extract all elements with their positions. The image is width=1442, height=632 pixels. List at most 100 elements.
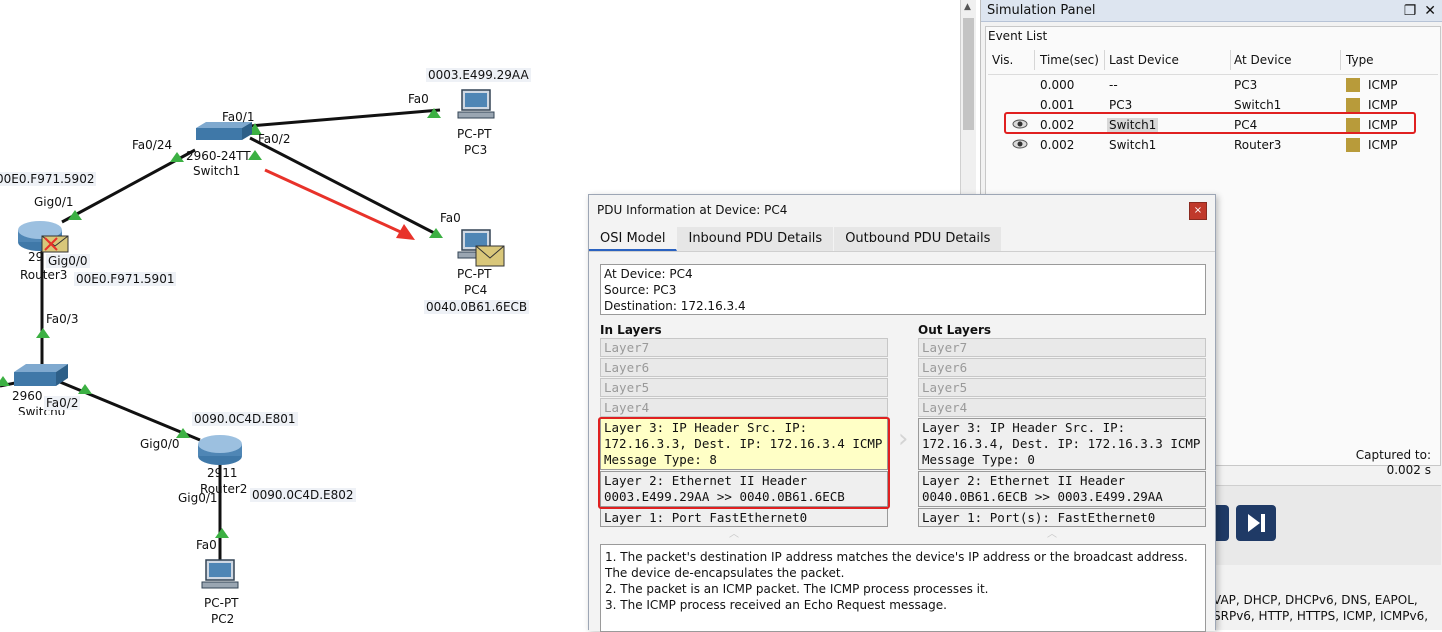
captured-to: Captured to: 0.002 s	[1321, 448, 1431, 478]
event-time: 0.002	[1040, 138, 1075, 152]
out-layer-7[interactable]: Layer7	[918, 338, 1206, 357]
pdu-information-dialog: PDU Information at Device: PC4 × OSI Mod…	[588, 194, 1216, 632]
event-last-device: PC3	[1109, 98, 1133, 112]
simulation-panel-titlebar: Simulation Panel ❐ ✕	[981, 0, 1442, 22]
eye-icon	[1012, 139, 1028, 149]
switch1-icon[interactable]	[196, 122, 252, 140]
event-at-device: PC3	[1234, 78, 1258, 92]
event-at-device: Switch1	[1234, 98, 1282, 112]
out-layer-3[interactable]: Layer 3: IP Header Src. IP: 172.16.3.4, …	[918, 418, 1206, 470]
link-switch1-pc4	[249, 136, 441, 238]
type-color-swatch	[1346, 98, 1360, 112]
port-label: Gig0/1	[34, 195, 74, 209]
event-table-header: Vis. Time(sec) Last Device At Device Typ…	[988, 47, 1438, 75]
event-type: ICMP	[1368, 138, 1398, 152]
pc3-icon[interactable]	[457, 89, 495, 119]
pc2-icon[interactable]	[201, 559, 239, 589]
port-label: Fa0/3	[46, 312, 79, 326]
out-layer-2[interactable]: Layer 2: Ethernet II Header 0040.0B61.6E…	[918, 471, 1206, 507]
event-time: 0.000	[1040, 78, 1075, 92]
event-row-red-highlight	[1004, 112, 1416, 134]
device-name-label: Router3	[20, 268, 68, 282]
mac-label: 0040.0B61.6ECB	[424, 300, 530, 314]
mac-label: 0003.E499.29AA	[426, 68, 531, 82]
switch0-icon[interactable]	[14, 364, 68, 386]
type-color-swatch	[1346, 78, 1360, 92]
capture-forward-button[interactable]	[1236, 505, 1276, 541]
out-layer-6[interactable]: Layer6	[918, 358, 1206, 377]
pdu-tabs: OSI Model Inbound PDU Details Outbound P…	[589, 227, 1003, 251]
mac-label: 0090.0C4D.E801	[192, 412, 298, 426]
device-model-label: 2960-24TT	[186, 149, 251, 163]
router2-icon[interactable]	[198, 435, 242, 465]
device-model-label: 2911	[207, 466, 238, 480]
out-layer-4[interactable]: Layer4	[918, 398, 1206, 417]
port-label: Fa0/24	[132, 138, 173, 152]
out-layers-heading: Out Layers	[918, 323, 992, 337]
tab-outbound-pdu-details[interactable]: Outbound PDU Details	[834, 227, 1003, 251]
port-label: Gig0/0	[140, 437, 180, 451]
device-info-box: At Device: PC4 Source: PC3 Destination: …	[600, 264, 1206, 315]
event-row[interactable]: 0.002 Switch1 Router3 ICMP	[988, 135, 1438, 155]
link-switch1-pc3	[249, 108, 441, 128]
in-layer-7[interactable]: Layer7	[600, 338, 888, 357]
filters-line: SRPv6, HTTP, HTTPS, ICMP, ICMPv6,	[1213, 609, 1429, 623]
column-header[interactable]: Time(sec)	[1040, 53, 1099, 67]
out-layer-5[interactable]: Layer5	[918, 378, 1206, 397]
port-label: Gig0/0	[46, 254, 90, 268]
description-line: 1. The packet's destination IP address m…	[605, 550, 1188, 580]
at-device-text: At Device: PC4	[604, 267, 693, 281]
in-layers-highlight	[598, 417, 890, 509]
column-header[interactable]: At Device	[1234, 53, 1292, 67]
tab-osi-model[interactable]: OSI Model	[589, 227, 678, 251]
scroll-up-icon[interactable]: ▲	[964, 2, 971, 12]
destination-text: Destination: 172.16.3.4	[604, 299, 746, 313]
out-layer-1[interactable]: Layer 1: Port(s): FastEthernet0	[918, 508, 1206, 527]
event-time: 0.001	[1040, 98, 1075, 112]
event-list-filters: VAP, DHCP, DHCPv6, DNS, EAPOL, SRPv6, HT…	[1213, 592, 1441, 624]
device-model-label: 29	[28, 250, 44, 264]
captured-label: Captured to:	[1355, 448, 1431, 462]
port-label: Fa0	[196, 538, 217, 552]
close-icon[interactable]: ✕	[1424, 3, 1436, 19]
event-at-device: Router3	[1234, 138, 1282, 152]
port-label: Gig0/1	[178, 491, 218, 505]
port-label: Fa0/2	[44, 396, 81, 410]
close-button[interactable]: ×	[1189, 202, 1207, 220]
mac-label: 0090.0C4D.E802	[250, 488, 356, 502]
device-name-label: Switch1	[193, 164, 241, 178]
red-arrow-line	[264, 168, 406, 236]
in-layers-heading: In Layers	[600, 323, 662, 337]
device-name-label: PC2	[211, 612, 235, 626]
column-header[interactable]: Type	[1346, 53, 1374, 67]
event-row[interactable]: 0.000 -- PC3 ICMP	[988, 75, 1438, 95]
event-table: Vis. Time(sec) Last Device At Device Typ…	[988, 47, 1438, 155]
scrollbar-thumb[interactable]	[963, 18, 974, 130]
layer-description-box: 1. The packet's destination IP address m…	[600, 544, 1206, 632]
tab-inbound-pdu-details[interactable]: Inbound PDU Details	[677, 227, 835, 251]
type-color-swatch	[1346, 138, 1360, 152]
device-model-label: 2960	[12, 389, 43, 403]
event-list-label: Event List	[988, 29, 1048, 43]
source-text: Source: PC3	[604, 283, 677, 297]
event-last-device: Switch1	[1109, 138, 1157, 152]
in-layer-1[interactable]: Layer 1: Port FastEthernet0	[600, 508, 888, 527]
device-model-label: PC-PT	[457, 267, 492, 281]
description-line: 3. The ICMP process received an Echo Req…	[605, 598, 947, 612]
step-forward-icon	[1248, 514, 1265, 532]
pdu-envelope-icon-pc4[interactable]	[475, 245, 505, 267]
column-header[interactable]: Vis.	[992, 53, 1013, 67]
device-name-label: PC3	[464, 143, 488, 157]
in-layer-6[interactable]: Layer6	[600, 358, 888, 377]
pdu-envelope-icon-router3[interactable]	[41, 235, 69, 253]
description-line: 2. The packet is an ICMP packet. The ICM…	[605, 582, 989, 596]
restore-icon[interactable]: ❐	[1404, 3, 1417, 19]
column-header[interactable]: Last Device	[1109, 53, 1179, 67]
port-label: Fa0	[408, 92, 429, 106]
port-label: Fa0/2	[258, 132, 291, 146]
filters-line: VAP, DHCP, DHCPv6, DNS, EAPOL,	[1213, 593, 1418, 607]
device-model-label: PC-PT	[457, 127, 492, 141]
in-layer-5[interactable]: Layer5	[600, 378, 888, 397]
event-last-device: --	[1109, 78, 1118, 92]
in-layer-4[interactable]: Layer4	[600, 398, 888, 417]
